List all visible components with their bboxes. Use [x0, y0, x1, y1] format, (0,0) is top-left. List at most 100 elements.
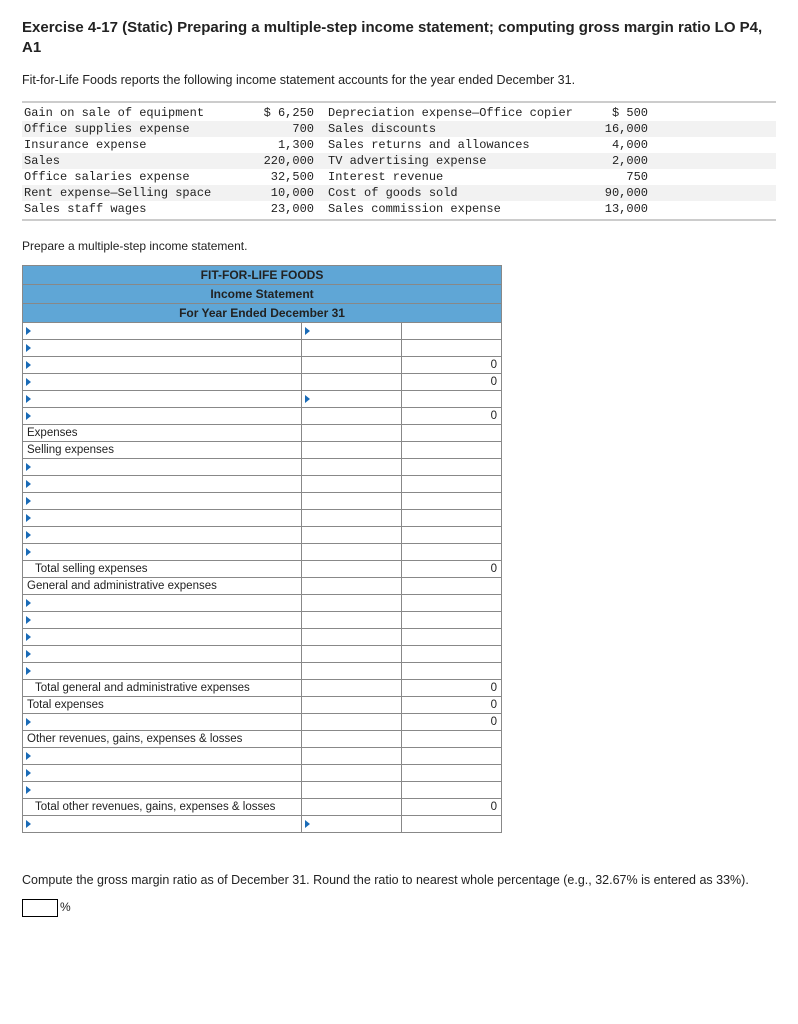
dropdown-cell[interactable]	[23, 322, 302, 339]
input-cell[interactable]	[302, 645, 402, 662]
dropdown-cell[interactable]	[23, 356, 302, 373]
dropdown-cell[interactable]	[23, 781, 302, 798]
input-cell[interactable]	[302, 526, 402, 543]
input-cell[interactable]	[402, 322, 502, 339]
dropdown-cell[interactable]	[23, 628, 302, 645]
input-cell[interactable]	[302, 594, 402, 611]
dropdown-cell[interactable]	[23, 662, 302, 679]
input-cell[interactable]	[302, 543, 402, 560]
percent-label: %	[60, 900, 71, 914]
dropdown-cell[interactable]	[23, 594, 302, 611]
input-cell[interactable]	[302, 322, 402, 339]
acct-name: Interest revenue	[328, 170, 578, 184]
input-cell[interactable]	[302, 509, 402, 526]
input-cell[interactable]	[302, 407, 402, 424]
dropdown-cell[interactable]	[23, 458, 302, 475]
acct-amt: 10,000	[234, 186, 328, 200]
label-total-ga: Total general and administrative expense…	[23, 679, 302, 696]
dropdown-cell[interactable]	[23, 713, 302, 730]
dropdown-cell[interactable]	[23, 645, 302, 662]
input-cell[interactable]	[402, 390, 502, 407]
ws-header-period: For Year Ended December 31	[23, 303, 502, 322]
acct-amt: 4,000	[578, 138, 648, 152]
label-expenses: Expenses	[23, 424, 302, 441]
dropdown-cell[interactable]	[23, 407, 302, 424]
label-total-selling: Total selling expenses	[23, 560, 302, 577]
ws-header-company: FIT-FOR-LIFE FOODS	[23, 265, 502, 284]
label-ga-expenses: General and administrative expenses	[23, 577, 302, 594]
calc-cell: 0	[402, 407, 502, 424]
input-cell[interactable]	[302, 628, 402, 645]
acct-amt: 700	[234, 122, 328, 136]
input-cell[interactable]	[302, 662, 402, 679]
dropdown-cell[interactable]	[23, 509, 302, 526]
dropdown-cell[interactable]	[23, 764, 302, 781]
calc-cell: 0	[402, 713, 502, 730]
dropdown-cell[interactable]	[23, 815, 302, 832]
acct-name: Cost of goods sold	[328, 186, 578, 200]
dropdown-cell[interactable]	[23, 475, 302, 492]
dropdown-cell[interactable]	[23, 339, 302, 356]
label-total-expenses: Total expenses	[23, 696, 302, 713]
gross-margin-question: Compute the gross margin ratio as of Dec…	[22, 873, 776, 887]
acct-name: Rent expense—Selling space	[24, 186, 234, 200]
input-cell[interactable]	[302, 747, 402, 764]
acct-amt: 750	[578, 170, 648, 184]
calc-cell: 0	[402, 798, 502, 815]
acct-name: Sales	[24, 154, 234, 168]
acct-amt: 32,500	[234, 170, 328, 184]
input-cell[interactable]	[302, 611, 402, 628]
acct-amt: 1,300	[234, 138, 328, 152]
input-cell[interactable]	[402, 815, 502, 832]
acct-amt: 23,000	[234, 202, 328, 216]
gross-margin-input[interactable]	[22, 899, 58, 917]
input-cell[interactable]	[302, 390, 402, 407]
input-cell[interactable]	[302, 356, 402, 373]
acct-amt: 16,000	[578, 122, 648, 136]
acct-name: Sales discounts	[328, 122, 578, 136]
dropdown-cell[interactable]	[23, 373, 302, 390]
ws-header-title: Income Statement	[23, 284, 502, 303]
acct-name: Depreciation expense—Office copier	[328, 106, 578, 120]
income-statement-worksheet: FIT-FOR-LIFE FOODS Income Statement For …	[22, 265, 502, 833]
input-cell[interactable]	[302, 339, 402, 356]
input-cell[interactable]	[302, 458, 402, 475]
label-total-other: Total other revenues, gains, expenses & …	[23, 798, 302, 815]
acct-amt: $ 500	[578, 106, 648, 120]
exercise-title: Exercise 4-17 (Static) Preparing a multi…	[22, 18, 776, 59]
acct-amt: $ 6,250	[234, 106, 328, 120]
prepare-text: Prepare a multiple-step income statement…	[22, 239, 776, 253]
acct-amt: 2,000	[578, 154, 648, 168]
label-selling-expenses: Selling expenses	[23, 441, 302, 458]
acct-name: Gain on sale of equipment	[24, 106, 234, 120]
input-cell[interactable]	[402, 339, 502, 356]
acct-amt: 13,000	[578, 202, 648, 216]
calc-cell: 0	[402, 356, 502, 373]
label-other: Other revenues, gains, expenses & losses	[23, 730, 302, 747]
acct-name: Office supplies expense	[24, 122, 234, 136]
acct-name: Sales commission expense	[328, 202, 578, 216]
acct-amt: 90,000	[578, 186, 648, 200]
input-cell[interactable]	[302, 815, 402, 832]
dropdown-cell[interactable]	[23, 611, 302, 628]
calc-cell: 0	[402, 679, 502, 696]
dropdown-cell[interactable]	[23, 543, 302, 560]
input-cell[interactable]	[302, 492, 402, 509]
acct-name: Sales staff wages	[24, 202, 234, 216]
acct-amt: 220,000	[234, 154, 328, 168]
calc-cell: 0	[402, 696, 502, 713]
dropdown-cell[interactable]	[23, 747, 302, 764]
input-cell[interactable]	[302, 781, 402, 798]
acct-name: TV advertising expense	[328, 154, 578, 168]
acct-name: Office salaries expense	[24, 170, 234, 184]
input-cell[interactable]	[302, 475, 402, 492]
intro-text: Fit-for-Life Foods reports the following…	[22, 73, 776, 87]
dropdown-cell[interactable]	[23, 526, 302, 543]
acct-name: Insurance expense	[24, 138, 234, 152]
dropdown-cell[interactable]	[23, 390, 302, 407]
input-cell[interactable]	[302, 373, 402, 390]
calc-cell: 0	[402, 560, 502, 577]
acct-name: Sales returns and allowances	[328, 138, 578, 152]
input-cell[interactable]	[302, 764, 402, 781]
dropdown-cell[interactable]	[23, 492, 302, 509]
